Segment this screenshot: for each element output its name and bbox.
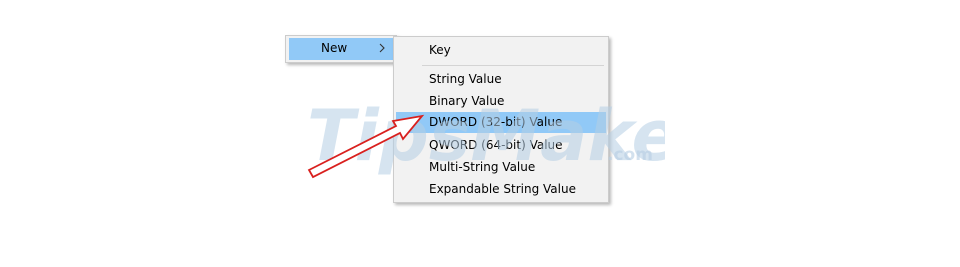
- menu-item-qword-value-label: QWORD (64-bit) Value: [429, 138, 563, 152]
- new-submenu: Key String Value Binary Value DWORD (32-…: [393, 36, 609, 203]
- svg-text:.com: .com: [607, 145, 653, 165]
- menu-item-key-label: Key: [429, 43, 451, 57]
- menu-item-new[interactable]: New: [289, 38, 393, 60]
- parent-context-menu: New: [285, 35, 397, 63]
- menu-item-string-value[interactable]: String Value: [396, 69, 606, 90]
- menu-item-multi-string-value[interactable]: Multi-String Value: [396, 157, 606, 178]
- menu-item-binary-value-label: Binary Value: [429, 94, 505, 108]
- menu-item-string-value-label: String Value: [429, 72, 502, 86]
- chevron-right-icon: [379, 43, 385, 53]
- menu-item-multi-string-value-label: Multi-String Value: [429, 160, 536, 174]
- menu-item-expandable-string-value-label: Expandable String Value: [429, 182, 576, 196]
- menu-item-new-label: New: [321, 41, 348, 55]
- menu-item-dword-value[interactable]: DWORD (32-bit) Value: [396, 112, 606, 133]
- menu-item-expandable-string-value[interactable]: Expandable String Value: [396, 179, 606, 200]
- menu-item-key[interactable]: Key: [396, 40, 606, 61]
- menu-item-dword-value-label: DWORD (32-bit) Value: [429, 115, 563, 129]
- menu-item-binary-value[interactable]: Binary Value: [396, 91, 606, 112]
- menu-item-qword-value[interactable]: QWORD (64-bit) Value: [396, 135, 606, 156]
- menu-separator: [422, 65, 604, 66]
